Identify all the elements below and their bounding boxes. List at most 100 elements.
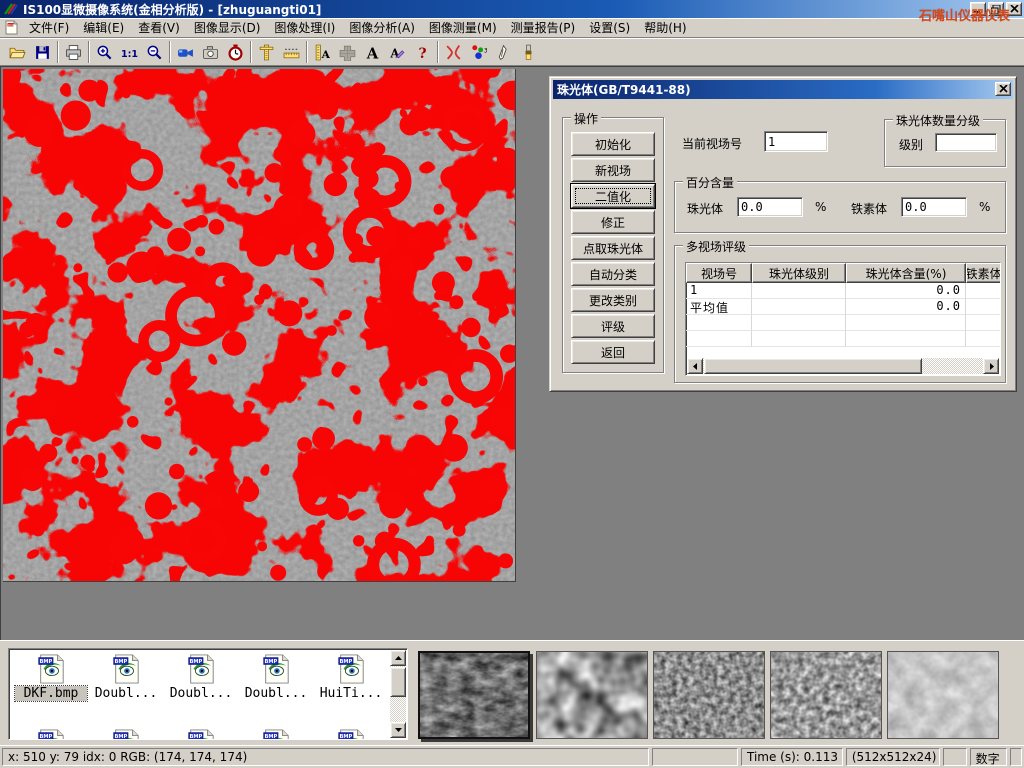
close-button[interactable]	[1006, 2, 1022, 16]
file-name[interactable]: Doubl...	[165, 686, 237, 701]
file-item[interactable]: HuiTi...	[315, 654, 387, 701]
col-view-number[interactable]: 视场号	[686, 263, 752, 283]
help-icon[interactable]: ?	[410, 40, 435, 64]
file-browser-panel: BMP DKF.bmp Doubl... Doubl...	[0, 640, 1024, 745]
toolbar: 1:1 A A A ? 3	[0, 38, 1024, 66]
draw-pen-icon[interactable]	[491, 40, 516, 64]
file-item[interactable]: Doubl...	[240, 654, 312, 701]
restore-button[interactable]	[988, 2, 1004, 16]
menu-image-display[interactable]: 图像显示(D)	[187, 17, 268, 38]
open-file-icon[interactable]	[5, 40, 30, 64]
change-class-button[interactable]: 更改类别	[571, 288, 655, 312]
table-row[interactable]: 平均值 0.0	[686, 299, 1001, 315]
grid-icon[interactable]	[335, 40, 360, 64]
scroll-thumb[interactable]	[390, 667, 406, 697]
ferrite-label: 铁素体	[851, 200, 887, 217]
status-bar: x: 510 y: 79 idx: 0 RGB: (174, 174, 174)…	[0, 745, 1024, 768]
file-name[interactable]: HuiTi...	[315, 686, 387, 701]
thumbnail[interactable]	[770, 651, 882, 739]
print-icon[interactable]	[61, 40, 86, 64]
current-view-input[interactable]	[764, 131, 828, 152]
status-time: Time (s): 0.113	[741, 748, 843, 766]
binarize-button[interactable]: 二值化	[571, 184, 655, 208]
zoom-out-icon[interactable]	[142, 40, 167, 64]
cursor-position-readout: x: 510 y: 79 idx: 0 RGB: (174, 174, 174)	[2, 748, 649, 766]
menu-help[interactable]: 帮助(H)	[637, 17, 693, 38]
caliper-icon[interactable]	[254, 40, 279, 64]
auto-classify-button[interactable]: 自动分类	[571, 262, 655, 286]
toolbar-separator	[169, 41, 171, 63]
measure-label-icon[interactable]: A	[310, 40, 335, 64]
col-pearlite-content[interactable]: 珠光体含量(%)	[846, 263, 966, 283]
thumbnail[interactable]	[887, 651, 999, 739]
file-item[interactable]	[315, 729, 387, 740]
dialog-close-icon[interactable]	[995, 82, 1011, 96]
menu-bar: DOC 文件(F) 编辑(E) 查看(V) 图像显示(D) 图像处理(I) 图像…	[0, 18, 1024, 38]
curve-calibrate-icon[interactable]	[441, 40, 466, 64]
scroll-down-icon[interactable]	[390, 722, 406, 738]
file-item[interactable]: DKF.bmp	[15, 654, 87, 701]
return-button[interactable]: 返回	[571, 340, 655, 364]
file-name[interactable]: Doubl...	[240, 686, 312, 701]
application-window: IS100显微摄像系统(金相分析版) - [zhuguangti01] 石嘴山仪…	[0, 0, 1024, 768]
file-item[interactable]: Doubl...	[165, 654, 237, 701]
video-capture-icon[interactable]	[173, 40, 198, 64]
menu-image-analysis[interactable]: 图像分析(A)	[342, 17, 422, 38]
scroll-right-icon[interactable]	[983, 358, 999, 374]
svg-text:DOC: DOC	[8, 23, 15, 27]
menu-view[interactable]: 查看(V)	[131, 17, 187, 38]
correct-button[interactable]: 修正	[571, 210, 655, 234]
file-item[interactable]	[165, 729, 237, 740]
ruler-icon[interactable]	[279, 40, 304, 64]
grade-level-input[interactable]	[935, 133, 997, 152]
camera-capture-icon[interactable]	[198, 40, 223, 64]
menu-measure-report[interactable]: 测量报告(P)	[504, 17, 583, 38]
pick-pearlite-button[interactable]: 点取珠光体	[571, 236, 655, 260]
init-button[interactable]: 初始化	[571, 132, 655, 156]
menu-settings[interactable]: 设置(S)	[582, 17, 637, 38]
pearlite-percent-input[interactable]	[737, 197, 803, 217]
minimize-button[interactable]	[970, 2, 986, 16]
save-icon[interactable]	[30, 40, 55, 64]
table-horizontal-scrollbar[interactable]	[687, 358, 999, 374]
new-view-button[interactable]: 新视场	[571, 158, 655, 182]
file-name[interactable]: DKF.bmp	[15, 686, 87, 701]
multi-view-table[interactable]: 视场号 珠光体级别 珠光体含量(%) 铁素体含量(%) 1 0.0 平均值 0.…	[685, 262, 1001, 376]
text-font-icon[interactable]: A	[360, 40, 385, 64]
thumbnail-selected[interactable]	[418, 651, 530, 739]
file-list[interactable]: DKF.bmp Doubl... Doubl... Doubl... HuiTi…	[8, 648, 408, 740]
zoom-in-icon[interactable]	[92, 40, 117, 64]
ferrite-percent-input[interactable]	[901, 197, 967, 217]
classify-points-icon[interactable]: 3	[466, 40, 491, 64]
scroll-left-icon[interactable]	[687, 358, 703, 374]
pearlite-unit: %	[815, 200, 826, 214]
thumbnail[interactable]	[653, 651, 765, 739]
col-pearlite-grade[interactable]: 珠光体级别	[752, 263, 846, 283]
scroll-thumb[interactable]	[704, 358, 922, 374]
cell-pearlite: 0.0	[846, 283, 966, 299]
micrograph-image[interactable]	[3, 69, 516, 582]
menu-file[interactable]: 文件(F)	[22, 17, 76, 38]
col-ferrite-content[interactable]: 铁素体含量(%)	[966, 263, 1001, 283]
text-annotate-icon[interactable]: A	[385, 40, 410, 64]
file-item[interactable]	[90, 729, 162, 740]
table-row[interactable]: 1 0.0	[686, 283, 1001, 299]
toolbar-separator	[437, 41, 439, 63]
menu-edit[interactable]: 编辑(E)	[76, 17, 131, 38]
timer-icon[interactable]	[223, 40, 248, 64]
file-item[interactable]: Doubl...	[90, 654, 162, 701]
file-item[interactable]	[240, 729, 312, 740]
scroll-track[interactable]	[703, 358, 983, 374]
menu-image-measure[interactable]: 图像测量(M)	[422, 17, 504, 38]
scroll-up-icon[interactable]	[390, 650, 406, 666]
thumbnail[interactable]	[536, 651, 648, 739]
grade-button[interactable]: 评级	[571, 314, 655, 338]
file-item[interactable]	[15, 729, 87, 740]
actual-size-icon[interactable]: 1:1	[117, 40, 142, 64]
fill-brush-icon[interactable]	[516, 40, 541, 64]
file-name[interactable]: Doubl...	[90, 686, 162, 701]
file-list-scrollbar[interactable]	[390, 650, 406, 738]
dialog-title-bar: 珠光体(GB/T9441-88)	[553, 80, 1013, 99]
menu-image-process[interactable]: 图像处理(I)	[267, 17, 342, 38]
multi-view-group-label: 多视场评级	[683, 238, 749, 255]
